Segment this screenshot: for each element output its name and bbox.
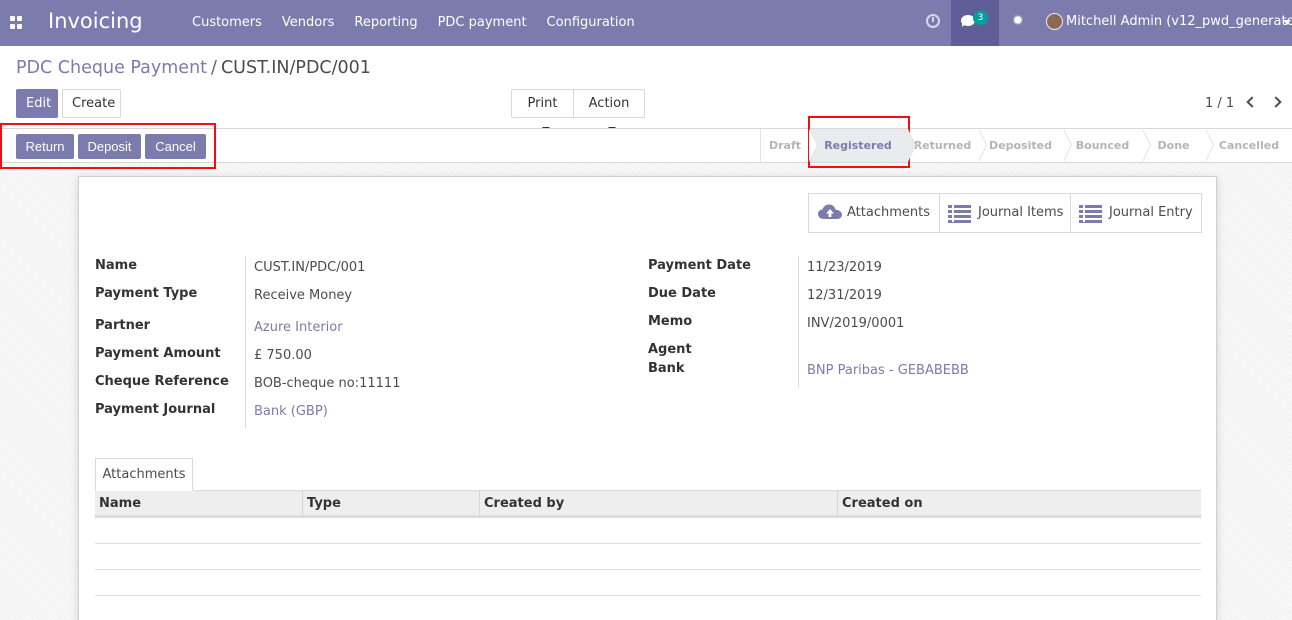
due-date-label: Due Date [648, 286, 716, 301]
print-dropdown-button[interactable]: Print [511, 89, 574, 131]
stage-deposited[interactable]: Deposited [978, 129, 1072, 162]
highlight-box-active-stage [808, 116, 910, 168]
payment-amount-label: Payment Amount [95, 346, 221, 361]
table-row [95, 570, 1201, 596]
list-icon [1079, 205, 1102, 223]
menu-item-reporting[interactable]: Reporting [344, 0, 427, 46]
list-icon [948, 205, 971, 223]
payment-journal-label: Payment Journal [95, 402, 216, 417]
stage-returned[interactable]: Returned [907, 129, 987, 162]
agent-bank-link[interactable]: BNP Paribas - GEBABEBB [807, 363, 969, 378]
pager-previous-icon[interactable] [1246, 96, 1258, 108]
tab-attachments[interactable]: Attachments [95, 458, 193, 491]
menu-item-configuration[interactable]: Configuration [537, 0, 645, 46]
breadcrumb-separator: / [211, 58, 217, 78]
payment-date-label: Payment Date [648, 258, 751, 273]
messages-count-badge: 3 [973, 11, 988, 25]
user-avatar[interactable] [1046, 13, 1063, 30]
table-row [95, 544, 1201, 570]
form-sheet: Attachments Journal Items Journal Entry … [78, 176, 1217, 620]
pager-next-icon[interactable] [1270, 96, 1282, 108]
print-label: Print [527, 96, 558, 111]
breadcrumb: PDC Cheque Payment / CUST.IN/PDC/001 [16, 58, 371, 78]
stage-cancelled[interactable]: Cancelled [1205, 129, 1292, 162]
attachments-label: Attachments [847, 205, 930, 220]
action-dropdown-button[interactable]: Action [573, 89, 645, 131]
payment-journal-link[interactable]: Bank (GBP) [254, 404, 328, 419]
menu-item-customers[interactable]: Customers [182, 0, 272, 46]
column-header-created-on[interactable]: Created on [838, 491, 1201, 515]
payment-type-label: Payment Type [95, 286, 198, 301]
column-header-type[interactable]: Type [303, 491, 480, 515]
cheque-reference-value: BOB-cheque no:11111 [254, 376, 401, 391]
menu-item-pdc-payment[interactable]: PDC payment [428, 0, 537, 46]
name-value: CUST.IN/PDC/001 [254, 260, 366, 275]
cloud-upload-icon [818, 204, 842, 219]
name-label: Name [95, 258, 138, 273]
activity-clock-icon[interactable] [926, 14, 940, 28]
stage-bounced[interactable]: Bounced [1063, 129, 1151, 162]
app-brand[interactable]: Invoicing [48, 9, 143, 33]
edit-button[interactable]: Edit [16, 89, 58, 118]
payment-date-value: 11/23/2019 [807, 260, 882, 275]
table-header: Name Type Created by Created on [95, 491, 1201, 518]
memo-label: Memo [648, 314, 693, 329]
partner-label: Partner [95, 318, 151, 333]
apps-menu-icon[interactable] [10, 16, 23, 29]
table-row [95, 518, 1201, 544]
create-button[interactable]: Create [62, 89, 121, 118]
payment-amount-value: £ 750.00 [254, 348, 312, 363]
stage-draft[interactable]: Draft [761, 129, 818, 162]
attachments-table: Name Type Created by Created on [95, 491, 1201, 596]
journal-entry-label: Journal Entry [1109, 205, 1193, 220]
journal-items-label: Journal Items [978, 205, 1064, 220]
left-group-divider [245, 256, 246, 428]
breadcrumb-current: CUST.IN/PDC/001 [220, 58, 371, 78]
user-menu[interactable]: Mitchell Admin (v12_pwd_generator) [1066, 0, 1292, 44]
main-menu: Customers Vendors Reporting PDC payment … [182, 0, 645, 46]
smart-button-box: Attachments Journal Items Journal Entry [808, 193, 1202, 233]
column-header-name[interactable]: Name [95, 491, 303, 515]
action-label: Action [588, 96, 630, 111]
partner-link[interactable]: Azure Interior [254, 320, 343, 335]
pager-counter[interactable]: 1 / 1 [1205, 96, 1234, 111]
right-group-divider [798, 256, 799, 387]
menu-item-vendors[interactable]: Vendors [272, 0, 344, 46]
journal-items-smart-button[interactable]: Journal Items [940, 194, 1071, 232]
agent-bank-label-line1: Agent [648, 342, 692, 357]
payment-type-value: Receive Money [254, 288, 353, 303]
attachments-smart-button[interactable]: Attachments [809, 194, 940, 232]
user-menu-chevron-down-icon[interactable] [1283, 20, 1291, 25]
debug-bug-icon[interactable]: ✹ [1012, 13, 1024, 29]
breadcrumb-parent-link[interactable]: PDC Cheque Payment [16, 58, 207, 78]
memo-value: INV/2019/0001 [807, 316, 905, 331]
cheque-reference-label: Cheque Reference [95, 374, 229, 389]
agent-bank-label-line2: Bank [648, 361, 685, 376]
journal-entry-smart-button[interactable]: Journal Entry [1071, 194, 1201, 232]
stage-done[interactable]: Done [1142, 129, 1214, 162]
highlight-box-status-buttons [0, 123, 216, 169]
top-navbar: Invoicing Customers Vendors Reporting PD… [0, 0, 1292, 46]
due-date-value: 12/31/2019 [807, 288, 882, 303]
messages-button[interactable]: 3 [951, 0, 999, 46]
column-header-created-by[interactable]: Created by [480, 491, 838, 515]
